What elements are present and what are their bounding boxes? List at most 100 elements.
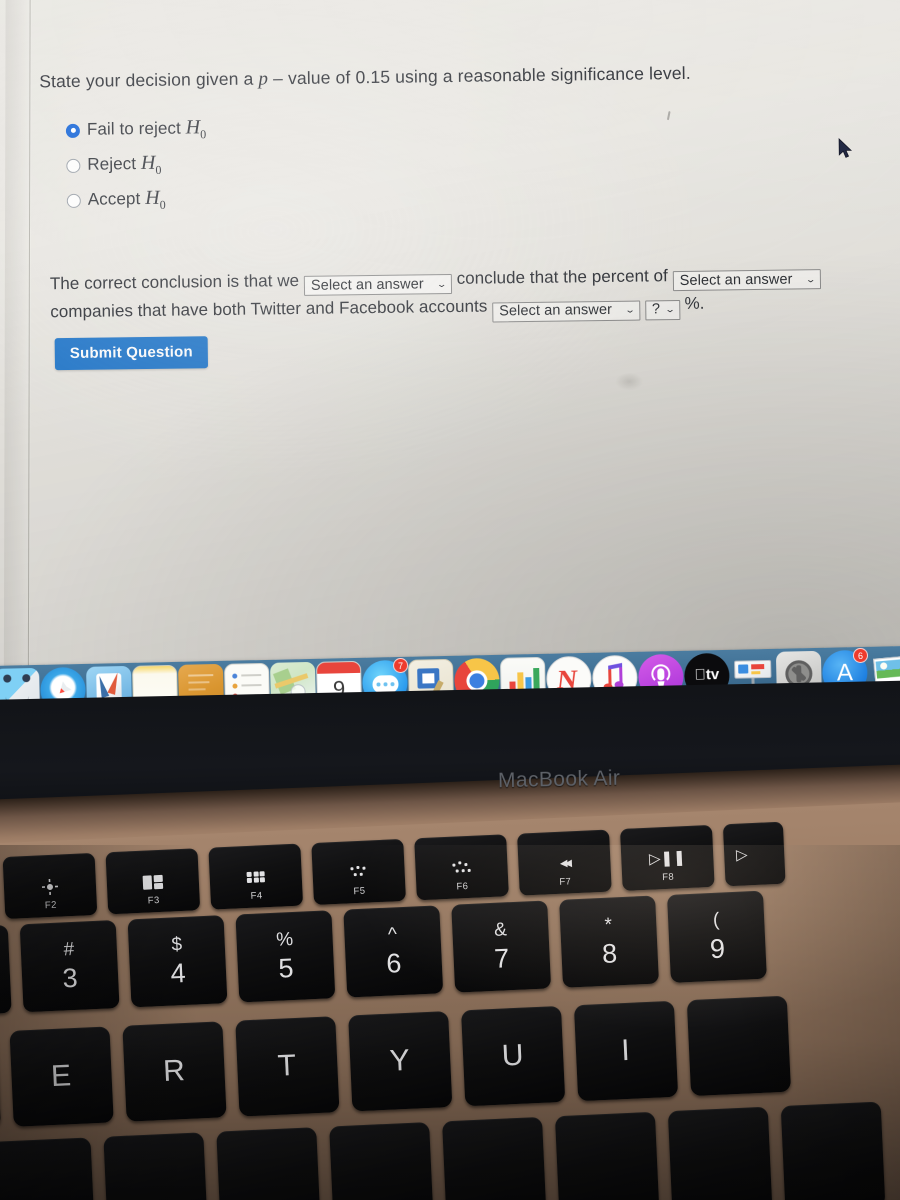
key-f6-label: F6 xyxy=(456,880,469,893)
key-f7-rewind[interactable]: ◂◂ F7 xyxy=(517,829,612,896)
key-f3-mission-control[interactable]: F3 xyxy=(105,848,201,915)
prompt-p-value: 0.15 xyxy=(355,66,391,88)
laptop-screen: ( √26 ) State your decision given a p – … xyxy=(0,0,900,696)
key-4[interactable]: $ 4 xyxy=(127,915,228,1008)
key-5-main: 5 xyxy=(277,953,295,984)
key-f2-brightness[interactable]: F2 xyxy=(2,852,98,920)
prompt-suffix: using a reasonable significance level. xyxy=(390,62,691,87)
radio-button-fail-to-reject[interactable] xyxy=(65,123,80,138)
key-3[interactable]: # 3 xyxy=(19,920,120,1013)
rewind-icon: ◂◂ xyxy=(559,854,570,872)
key-9-main: 9 xyxy=(709,933,726,965)
conclusion-part-4: %. xyxy=(684,293,705,314)
select-population-descriptor[interactable]: Select an answer ⌄ xyxy=(672,269,821,292)
key-7[interactable]: & 7 xyxy=(451,900,552,993)
key-g[interactable] xyxy=(216,1127,321,1200)
key-r-label: R xyxy=(162,1054,187,1089)
key-o[interactable] xyxy=(686,995,792,1097)
conclusion-part-2: conclude that the percent of xyxy=(456,266,668,288)
key-2[interactable]: @ 2 xyxy=(0,924,12,1018)
stray-photo-mark xyxy=(666,111,671,121)
chevron-down-icon: ⌄ xyxy=(805,273,817,285)
option-accept[interactable]: Accept H0 xyxy=(66,181,208,218)
key-5[interactable]: % 5 xyxy=(235,910,336,1003)
key-9[interactable]: ( 9 xyxy=(666,890,767,983)
keyboard-backlight-up-icon xyxy=(451,857,472,880)
select-population-descriptor-value: Select an answer xyxy=(679,271,793,289)
key-t[interactable]: T xyxy=(235,1016,340,1117)
key-8[interactable]: * 8 xyxy=(559,895,659,988)
key-t-label: T xyxy=(276,1048,298,1083)
key-4-main: 4 xyxy=(169,957,187,989)
key-6[interactable]: ^ 6 xyxy=(343,905,444,998)
key-semicolon[interactable] xyxy=(780,1101,886,1200)
messages-badge: 7 xyxy=(392,657,409,674)
key-d[interactable]: D xyxy=(0,1137,96,1200)
launchpad-icon xyxy=(246,866,266,889)
radio-button-reject[interactable] xyxy=(66,158,81,173)
key-3-main: 3 xyxy=(61,962,79,994)
question-prompt: State your decision given a p – value of… xyxy=(39,63,691,94)
prompt-p-variable: p xyxy=(258,68,269,90)
key-f4-label: F4 xyxy=(250,890,263,902)
conclusion-part-1: The correct conclusion is that we xyxy=(49,270,300,294)
key-7-shift: & xyxy=(493,919,508,941)
keyboard-backlight-down-icon xyxy=(348,862,369,885)
chevron-down-icon: ⌄ xyxy=(624,304,636,315)
key-f3-label: F3 xyxy=(147,895,160,907)
play-pause-icon: ▷❚❚ xyxy=(648,849,687,868)
key-u[interactable]: U xyxy=(461,1005,566,1107)
key-7-main: 7 xyxy=(493,943,510,974)
key-k[interactable] xyxy=(554,1111,660,1200)
prompt-mid: – value of xyxy=(267,67,356,89)
chevron-down-icon: ⌄ xyxy=(664,304,676,315)
laptop-keyboard: F2 F3 F4 F5 F6 ◂◂ F7 ▷❚❚ F8 ▷ # 3 $ 4 % … xyxy=(0,799,900,1200)
key-f4-launchpad[interactable]: F4 xyxy=(208,843,304,910)
key-u-label: U xyxy=(501,1038,526,1073)
key-w[interactable]: W xyxy=(0,1031,1,1132)
key-y[interactable]: Y xyxy=(348,1011,453,1112)
select-percent-value-text: ? xyxy=(651,301,661,318)
conclusion-sentence: The correct conclusion is that we Select… xyxy=(50,261,881,327)
select-percent-value[interactable]: ? ⌄ xyxy=(644,299,680,320)
key-6-shift: ^ xyxy=(387,924,398,946)
mouse-cursor-icon xyxy=(838,137,853,158)
fast-forward-icon: ▷ xyxy=(735,846,745,864)
key-f5-keyboard-backlight-down[interactable]: F5 xyxy=(311,838,406,905)
submit-question-button[interactable]: Submit Question xyxy=(54,336,209,371)
key-4-shift: $ xyxy=(170,934,183,956)
key-h[interactable] xyxy=(329,1122,434,1200)
select-comparison-value: Select an answer xyxy=(499,302,613,320)
key-l[interactable] xyxy=(667,1106,773,1200)
conclusion-part-3: companies that have both Twitter and Fac… xyxy=(50,296,488,322)
select-conclude-negation[interactable]: Select an answer ⌄ xyxy=(303,274,453,297)
photo-of-macbook-screen: ( √26 ) State your decision given a p – … xyxy=(0,0,900,1200)
key-r[interactable]: R xyxy=(122,1021,227,1122)
key-y-label: Y xyxy=(388,1043,412,1078)
key-f8-play-pause[interactable]: ▷❚❚ F8 xyxy=(619,824,715,891)
key-f5-label: F5 xyxy=(353,885,366,898)
key-3-shift: # xyxy=(63,938,75,961)
option-fail-to-reject[interactable]: Fail to reject H0 xyxy=(65,111,207,148)
option-label-accept: Accept H0 xyxy=(87,186,166,212)
key-f[interactable] xyxy=(103,1132,209,1200)
option-label-fail-to-reject: Fail to reject H0 xyxy=(86,115,207,141)
select-conclude-negation-value: Select an answer xyxy=(310,276,424,294)
select-comparison[interactable]: Select an answer ⌄ xyxy=(492,300,641,322)
key-f7-label: F7 xyxy=(559,876,572,888)
prompt-prefix: State your decision given a xyxy=(39,68,259,92)
key-j[interactable] xyxy=(442,1116,547,1200)
key-f9-fast-forward[interactable]: ▷ F9 xyxy=(722,821,786,887)
option-reject[interactable]: Reject H0 xyxy=(66,146,207,183)
key-i-label: I xyxy=(620,1033,632,1068)
radio-button-accept[interactable] xyxy=(66,193,81,208)
key-i[interactable]: I xyxy=(573,1000,679,1102)
key-6-main: 6 xyxy=(385,948,403,979)
option-label-reject: Reject H0 xyxy=(87,151,162,177)
key-8-main: 8 xyxy=(601,938,618,969)
key-f6-keyboard-backlight-up[interactable]: F6 xyxy=(414,834,509,901)
key-e[interactable]: E xyxy=(9,1026,114,1127)
mission-control-icon xyxy=(142,871,163,894)
answer-options-group[interactable]: Fail to reject H0 Reject H0 Accept H0 xyxy=(65,111,208,218)
key-5-shift: % xyxy=(275,928,294,951)
